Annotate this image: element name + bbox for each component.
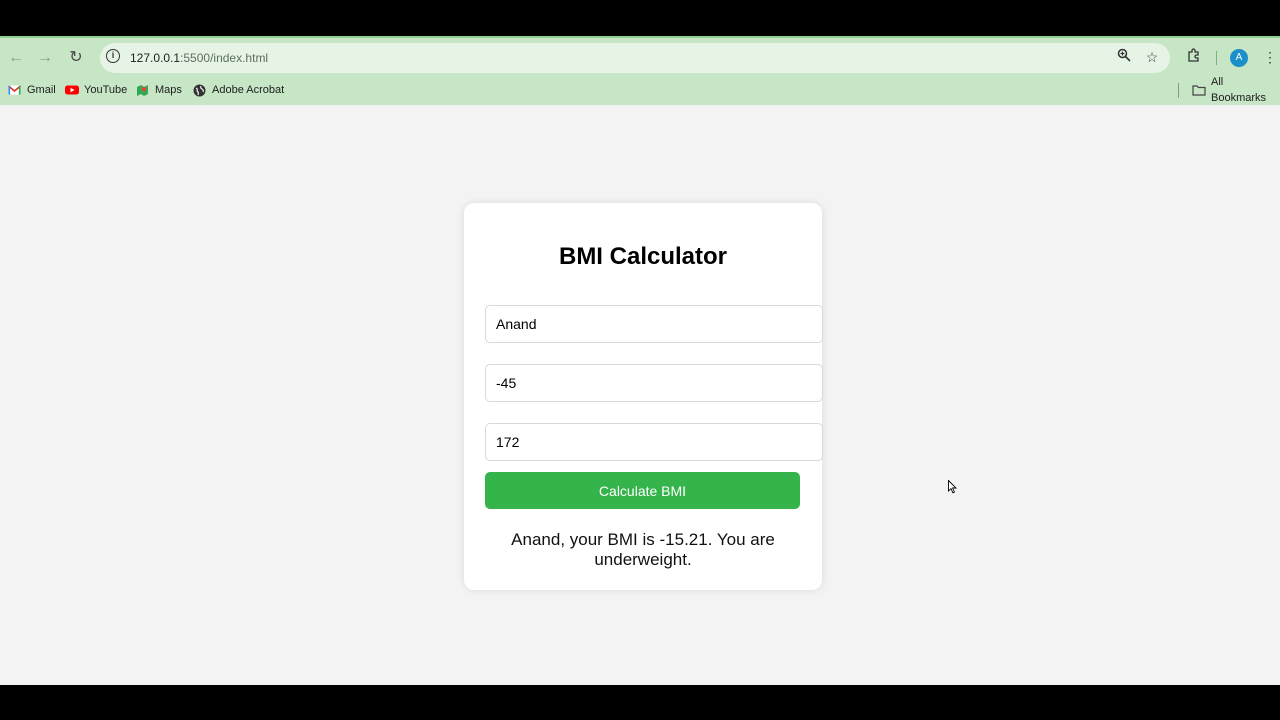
folder-icon	[1192, 84, 1206, 96]
screen: ← → ↻ i 127.0.0.1:5500/index.html ☆ A ⋮ …	[0, 0, 1280, 720]
page-viewport: BMI Calculator Calculate BMI Anand, your…	[0, 105, 1280, 685]
bookmark-label: YouTube	[84, 84, 128, 96]
bookmark-gmail[interactable]: Gmail	[7, 82, 56, 98]
back-icon[interactable]: ←	[6, 48, 26, 68]
url-path: :5500/index.html	[180, 51, 269, 65]
bookmark-label: Maps	[155, 84, 182, 96]
page-title: BMI Calculator	[558, 243, 728, 270]
maps-icon	[136, 84, 149, 96]
bookmark-maps[interactable]: Maps	[136, 82, 182, 98]
bmi-card: BMI Calculator Calculate BMI Anand, your…	[464, 203, 823, 590]
site-info-icon[interactable]: i	[106, 49, 120, 63]
bookmark-label: Gmail	[27, 84, 56, 96]
extensions-icon[interactable]	[1185, 48, 1203, 66]
browser-toolbar: ← → ↻ i 127.0.0.1:5500/index.html ☆ A ⋮	[0, 36, 1280, 76]
calculate-bmi-button[interactable]: Calculate BMI	[485, 472, 800, 509]
all-bookmarks[interactable]: All Bookmarks	[1192, 76, 1280, 104]
browser-window: ← → ↻ i 127.0.0.1:5500/index.html ☆ A ⋮ …	[0, 36, 1280, 685]
name-input[interactable]	[485, 305, 823, 343]
reload-icon[interactable]: ↻	[66, 48, 86, 68]
gmail-icon	[7, 84, 22, 96]
bmi-result-text: Anand, your BMI is -15.21. You are under…	[511, 530, 775, 569]
star-icon[interactable]: ☆	[1143, 48, 1161, 66]
bookmark-adobe-acrobat[interactable]: Adobe Acrobat	[193, 82, 284, 98]
toolbar-divider	[1216, 51, 1217, 65]
youtube-icon	[65, 84, 79, 96]
bookmark-label: Adobe Acrobat	[212, 84, 285, 96]
menu-icon[interactable]: ⋮	[1261, 48, 1279, 66]
url-text[interactable]: 127.0.0.1:5500/index.html	[130, 51, 268, 65]
url-host: 127.0.0.1	[130, 51, 181, 65]
bookmarks-divider	[1178, 83, 1179, 98]
bookmarks-bar: Gmail YouTube Maps Adobe Acrobat All Boo…	[0, 76, 1280, 105]
bookmark-youtube[interactable]: YouTube	[65, 82, 127, 98]
profile-avatar[interactable]: A	[1230, 49, 1248, 67]
mouse-cursor-icon	[948, 480, 958, 494]
forward-icon[interactable]: →	[35, 48, 55, 68]
weight-input[interactable]	[485, 364, 823, 402]
height-input[interactable]	[485, 423, 823, 461]
zoom-icon[interactable]	[1115, 48, 1133, 66]
all-bookmarks-label: All Bookmarks	[1211, 76, 1267, 104]
globe-icon	[193, 84, 206, 97]
